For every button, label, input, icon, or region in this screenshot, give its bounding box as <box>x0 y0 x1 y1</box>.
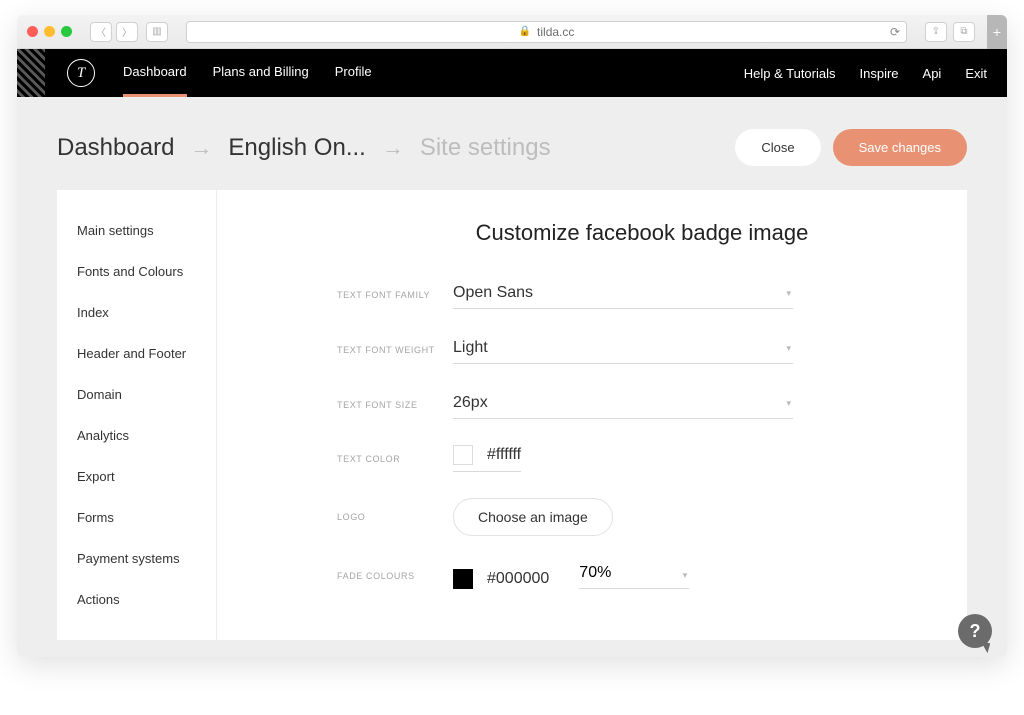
breadcrumb-current: Site settings <box>420 134 551 162</box>
secondary-nav: Help & Tutorials Inspire Api Exit <box>744 66 987 81</box>
select-fade-opacity[interactable]: 70% ▾ <box>579 562 689 589</box>
label-logo: LOGO <box>337 512 447 522</box>
select-font-family[interactable]: Open Sans ▾ <box>453 280 793 309</box>
primary-nav: Dashboard Plans and Billing Profile <box>123 49 372 97</box>
chevron-right-icon: → <box>190 135 212 161</box>
sidebar-item-actions[interactable]: Actions <box>77 579 216 620</box>
value-fade-color: #000000 <box>487 570 549 588</box>
page-body: Dashboard → English On... → Site setting… <box>17 97 1007 657</box>
select-font-size[interactable]: 26px ▾ <box>453 390 793 419</box>
settings-panel: Main settings Fonts and Colours Index He… <box>57 190 967 640</box>
color-swatch-icon <box>453 445 473 465</box>
nav-dashboard[interactable]: Dashboard <box>123 49 187 97</box>
nav-help[interactable]: Help & Tutorials <box>744 66 836 81</box>
maximize-window-icon[interactable] <box>61 26 72 37</box>
url-text: tilda.cc <box>537 25 574 39</box>
field-text-color: TEXT COLOR #ffffff <box>337 445 947 472</box>
value-font-size: 26px <box>453 394 488 411</box>
tilda-logo[interactable]: T <box>67 59 95 87</box>
nav-api[interactable]: Api <box>923 66 942 81</box>
close-button[interactable]: Close <box>735 129 820 166</box>
value-font-weight: Light <box>453 339 488 356</box>
label-text-color: TEXT COLOR <box>337 454 447 464</box>
content-title: Customize facebook badge image <box>337 220 947 246</box>
choose-image-button[interactable]: Choose an image <box>453 498 613 536</box>
refresh-icon[interactable]: ⟳ <box>890 25 900 39</box>
chevron-down-icon: ▾ <box>786 398 791 409</box>
field-logo: LOGO Choose an image <box>337 498 947 536</box>
sidebar-item-domain[interactable]: Domain <box>77 374 216 415</box>
sidebar-toggle-icon[interactable]: ▥ <box>146 22 168 42</box>
value-text-color: #ffffff <box>487 446 521 464</box>
field-font-weight: TEXT FONT WEIGHT Light ▾ <box>337 335 947 364</box>
browser-window: 〈 〉 ▥ 🔒 tilda.cc ⟳ ⇪ ⧉ + T Dashboard Pla… <box>17 15 1007 657</box>
nav-exit[interactable]: Exit <box>965 66 987 81</box>
help-icon: ? <box>970 621 981 642</box>
decorative-pattern <box>17 49 45 97</box>
window-controls <box>27 26 72 37</box>
forward-button[interactable]: 〉 <box>116 22 138 42</box>
header-actions: Close Save changes <box>735 129 967 166</box>
settings-sidebar: Main settings Fonts and Colours Index He… <box>57 190 217 640</box>
sidebar-item-forms[interactable]: Forms <box>77 497 216 538</box>
color-input-fade[interactable]: #000000 <box>453 569 549 589</box>
sidebar-item-export[interactable]: Export <box>77 456 216 497</box>
address-bar[interactable]: 🔒 tilda.cc ⟳ <box>186 21 907 43</box>
sidebar-item-fonts[interactable]: Fonts and Colours <box>77 251 216 292</box>
select-font-weight[interactable]: Light ▾ <box>453 335 793 364</box>
browser-right-tools: ⇪ ⧉ <box>925 22 975 42</box>
help-chat-button[interactable]: ? <box>958 614 992 648</box>
share-icon[interactable]: ⇪ <box>925 22 947 42</box>
tabs-icon[interactable]: ⧉ <box>953 22 975 42</box>
color-input-text[interactable]: #ffffff <box>453 445 521 472</box>
field-font-family: TEXT FONT FAMILY Open Sans ▾ <box>337 280 947 309</box>
nav-profile[interactable]: Profile <box>335 49 372 97</box>
sidebar-item-header-footer[interactable]: Header and Footer <box>77 333 216 374</box>
sidebar-item-analytics[interactable]: Analytics <box>77 415 216 456</box>
chevron-down-icon: ▾ <box>786 288 791 299</box>
breadcrumb-root[interactable]: Dashboard <box>57 134 174 162</box>
nav-inspire[interactable]: Inspire <box>860 66 899 81</box>
value-font-family: Open Sans <box>453 284 533 301</box>
app-header: T Dashboard Plans and Billing Profile He… <box>17 49 1007 97</box>
label-font-family: TEXT FONT FAMILY <box>337 290 447 300</box>
value-fade-opacity: 70% <box>579 564 611 581</box>
chevron-down-icon: ▾ <box>786 343 791 354</box>
minimize-window-icon[interactable] <box>44 26 55 37</box>
back-button[interactable]: 〈 <box>90 22 112 42</box>
color-swatch-icon <box>453 569 473 589</box>
nav-plans[interactable]: Plans and Billing <box>213 49 309 97</box>
field-fade-colours: FADE COLOURS #000000 70% ▾ <box>337 562 947 589</box>
field-font-size: TEXT FONT SIZE 26px ▾ <box>337 390 947 419</box>
settings-content: Customize facebook badge image TEXT FONT… <box>217 190 967 640</box>
breadcrumb: Dashboard → English On... → Site setting… <box>57 117 967 190</box>
save-button[interactable]: Save changes <box>833 129 967 166</box>
chevron-right-icon: → <box>382 135 404 161</box>
browser-nav-buttons: 〈 〉 <box>90 22 138 42</box>
breadcrumb-project[interactable]: English On... <box>228 134 365 162</box>
sidebar-item-main[interactable]: Main settings <box>77 210 216 251</box>
new-tab-button[interactable]: + <box>987 15 1007 49</box>
lock-icon: 🔒 <box>519 26 531 37</box>
browser-toolbar: 〈 〉 ▥ 🔒 tilda.cc ⟳ ⇪ ⧉ + <box>17 15 1007 49</box>
label-font-weight: TEXT FONT WEIGHT <box>337 345 447 355</box>
fade-inputs: #000000 70% ▾ <box>453 562 689 589</box>
label-font-size: TEXT FONT SIZE <box>337 400 447 410</box>
close-window-icon[interactable] <box>27 26 38 37</box>
chevron-down-icon: ▾ <box>683 570 688 581</box>
sidebar-item-payment[interactable]: Payment systems <box>77 538 216 579</box>
sidebar-item-index[interactable]: Index <box>77 292 216 333</box>
label-fade: FADE COLOURS <box>337 571 447 581</box>
